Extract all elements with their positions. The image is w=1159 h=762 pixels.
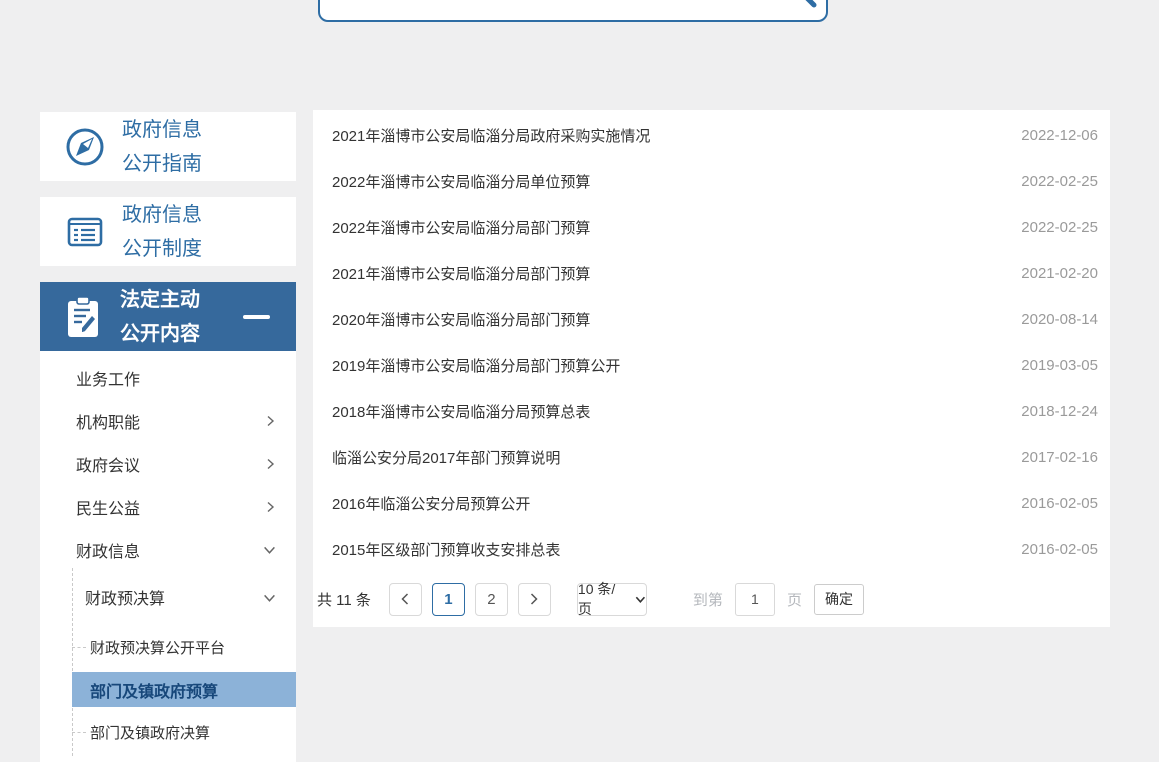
sidebar-card-system-label: 政府信息 公开制度 <box>122 198 202 266</box>
sidebar-section-active-disclosure[interactable]: 法定主动 公开内容 <box>40 282 296 351</box>
sidebar-item-label: 机构职能 <box>76 409 140 433</box>
chevron-right-icon <box>264 415 276 427</box>
list-item: 2015年区级部门预算收支安排总表 2016-02-05 <box>313 526 1110 572</box>
list-item-title[interactable]: 2022年淄博市公安局临淄分局单位预算 <box>332 171 590 192</box>
chevron-right-icon <box>264 458 276 470</box>
chevron-down-icon <box>263 543 276 556</box>
document-icon <box>62 209 108 255</box>
sidebar-item-label: 政府会议 <box>76 452 140 476</box>
chevron-left-icon <box>399 592 411 606</box>
search-icon[interactable] <box>782 0 818 16</box>
sidebar-item-dept-town-final-accounts[interactable]: 部门及镇政府决算 <box>40 715 296 749</box>
list-item-date: 2020-08-14 <box>1021 311 1098 328</box>
sidebar-item-org-functions[interactable]: 机构职能 <box>40 399 296 442</box>
page-size-select[interactable]: 10 条/页 <box>577 583 647 616</box>
list-item: 2016年临淄公安分局预算公开 2016-02-05 <box>313 480 1110 526</box>
list-item-title[interactable]: 2020年淄博市公安局临淄分局部门预算 <box>332 309 590 330</box>
document-list: 2021年淄博市公安局临淄分局政府采购实施情况 2022-12-06 2022年… <box>313 112 1110 572</box>
collapse-minus-icon[interactable] <box>243 315 270 319</box>
list-item-date: 2016-02-05 <box>1021 495 1098 512</box>
list-item: 2018年淄博市公安局临淄分局预算总表 2018-12-24 <box>313 388 1110 434</box>
search-input[interactable] <box>320 0 826 20</box>
sidebar-item-label: 财政信息 <box>76 538 140 562</box>
goto-page-input[interactable] <box>735 583 775 616</box>
chevron-right-icon <box>528 592 540 606</box>
compass-icon <box>62 124 108 170</box>
sidebar-item-label: 财政预决算公开平台 <box>90 637 225 658</box>
list-item-date: 2022-12-06 <box>1021 127 1098 144</box>
list-item: 2020年淄博市公安局临淄分局部门预算 2020-08-14 <box>313 296 1110 342</box>
list-item: 临淄公安分局2017年部门预算说明 2017-02-16 <box>313 434 1110 480</box>
sidebar-section-label: 法定主动 公开内容 <box>120 283 200 351</box>
list-item-title[interactable]: 2019年淄博市公安局临淄分局部门预算公开 <box>332 355 620 376</box>
list-item: 2021年淄博市公安局临淄分局部门预算 2021-02-20 <box>313 250 1110 296</box>
pagination: 共 11 条 1 2 10 条/页 到第 页 确定 <box>313 582 1110 616</box>
pagination-total: 共 11 条 <box>317 589 371 610</box>
goto-confirm-button[interactable]: 确定 <box>814 584 864 615</box>
pagination-prev-button[interactable] <box>389 583 422 616</box>
sidebar-item-budget-platform[interactable]: 财政预决算公开平台 <box>40 630 296 664</box>
list-item-title[interactable]: 2018年淄博市公安局临淄分局预算总表 <box>332 401 590 422</box>
search-box <box>318 0 828 22</box>
list-item-date: 2016-02-05 <box>1021 541 1098 558</box>
goto-page-suffix: 页 <box>787 589 802 610</box>
sidebar-item-label: 民生公益 <box>76 495 140 519</box>
sidebar: 政府信息 公开指南 政府信息 公开制度 <box>40 0 296 762</box>
sidebar-item-livelihood[interactable]: 民生公益 <box>40 485 296 528</box>
sidebar-item-business-work[interactable]: 业务工作 <box>40 356 296 399</box>
list-item-title[interactable]: 2016年临淄公安分局预算公开 <box>332 493 530 514</box>
list-item-date: 2021-02-20 <box>1021 265 1098 282</box>
page-size-value: 10 条/页 <box>578 579 628 619</box>
page: 政府信息 公开指南 政府信息 公开制度 <box>0 0 1159 762</box>
sidebar-card-system[interactable]: 政府信息 公开制度 <box>40 197 296 266</box>
sidebar-card-guide[interactable]: 政府信息 公开指南 <box>40 112 296 181</box>
list-item-date: 2018-12-24 <box>1021 403 1098 420</box>
goto-page-prefix: 到第 <box>693 589 723 610</box>
list-item: 2022年淄博市公安局临淄分局部门预算 2022-02-25 <box>313 204 1110 250</box>
list-item-title[interactable]: 2021年淄博市公安局临淄分局部门预算 <box>332 263 590 284</box>
list-item-title[interactable]: 2021年淄博市公安局临淄分局政府采购实施情况 <box>332 125 650 146</box>
chevron-right-icon <box>264 501 276 513</box>
list-item-title[interactable]: 2022年淄博市公安局临淄分局部门预算 <box>332 217 590 238</box>
sidebar-item-label: 财政预决算 <box>85 585 165 609</box>
pagination-page-2[interactable]: 2 <box>475 583 508 616</box>
list-item: 2021年淄博市公安局临淄分局政府采购实施情况 2022-12-06 <box>313 112 1110 158</box>
list-item-date: 2019-03-05 <box>1021 357 1098 374</box>
sidebar-item-gov-meetings[interactable]: 政府会议 <box>40 442 296 485</box>
sidebar-card-guide-label: 政府信息 公开指南 <box>122 113 202 181</box>
pagination-page-1[interactable]: 1 <box>432 583 465 616</box>
list-item-date: 2022-02-25 <box>1021 173 1098 190</box>
pagination-next-button[interactable] <box>518 583 551 616</box>
chevron-down-icon <box>635 594 646 605</box>
list-item-title[interactable]: 2015年区级部门预算收支安排总表 <box>332 539 560 560</box>
list-item-title[interactable]: 临淄公安分局2017年部门预算说明 <box>332 447 560 468</box>
sidebar-item-dept-town-budget[interactable]: 部门及镇政府预算 <box>72 672 296 707</box>
list-item: 2019年淄博市公安局临淄分局部门预算公开 2019-03-05 <box>313 342 1110 388</box>
chevron-down-icon <box>263 591 276 604</box>
sidebar-item-fiscal-budget[interactable]: 财政预决算 <box>40 574 296 620</box>
list-item-date: 2017-02-16 <box>1021 449 1098 466</box>
sidebar-item-fiscal-info[interactable]: 财政信息 <box>40 528 296 571</box>
list-item-date: 2022-02-25 <box>1021 219 1098 236</box>
clipboard-pencil-icon <box>60 294 106 340</box>
list-item: 2022年淄博市公安局临淄分局单位预算 2022-02-25 <box>313 158 1110 204</box>
sidebar-item-label: 业务工作 <box>76 366 140 390</box>
sidebar-item-label: 部门及镇政府决算 <box>90 722 210 743</box>
sidebar-item-label: 部门及镇政府预算 <box>90 678 218 702</box>
content-panel: 2021年淄博市公安局临淄分局政府采购实施情况 2022-12-06 2022年… <box>313 110 1110 627</box>
